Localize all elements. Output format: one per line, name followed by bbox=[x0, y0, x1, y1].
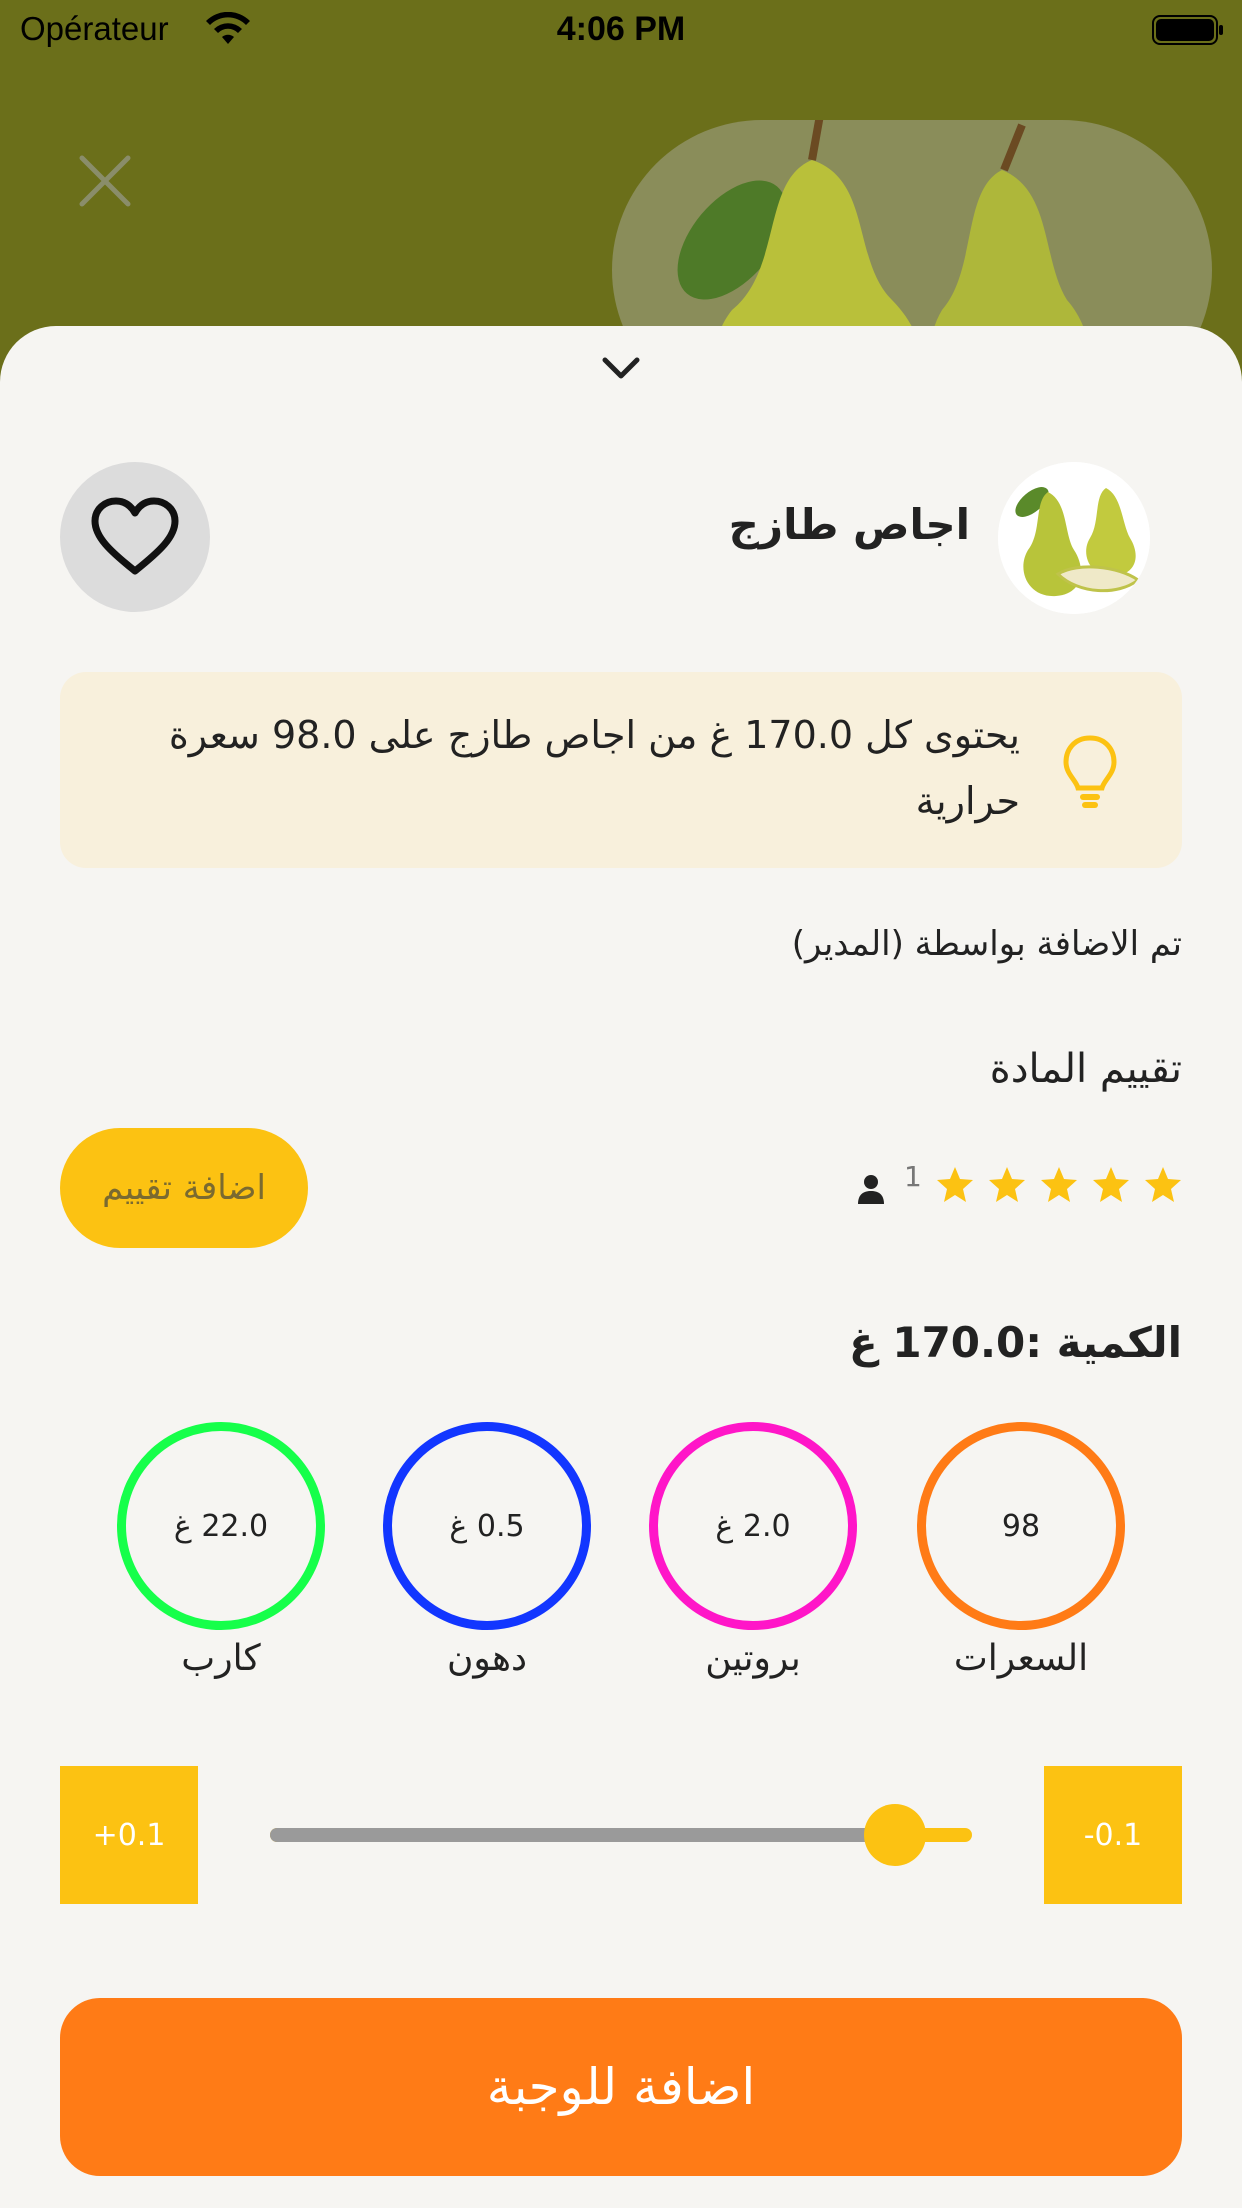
heart-icon bbox=[91, 497, 179, 575]
rating-title: تقييم المادة bbox=[989, 1046, 1182, 1092]
person-icon bbox=[858, 1175, 884, 1204]
increase-button[interactable]: +0.1 bbox=[60, 1766, 198, 1904]
calories-ring: 98 bbox=[917, 1422, 1125, 1630]
calorie-info-box: يحتوى كل 170.0 غ من اجاص طازج على 98.0 س… bbox=[60, 672, 1182, 868]
product-thumbnail bbox=[998, 462, 1150, 614]
star-icon[interactable] bbox=[1092, 1166, 1130, 1204]
bulb-icon bbox=[1063, 735, 1117, 808]
add-rating-button[interactable]: اضافة تقييم bbox=[60, 1128, 308, 1248]
battery-icon bbox=[1152, 15, 1223, 45]
decrease-button[interactable]: -0.1 bbox=[1044, 1766, 1182, 1904]
favorite-button[interactable] bbox=[60, 462, 210, 612]
protein-ring: 2.0 غ bbox=[649, 1422, 857, 1630]
rating-count: 1 bbox=[904, 1160, 922, 1193]
added-by-label: تم الاضافة بواسطة (المدير) bbox=[791, 924, 1182, 964]
carbs-ring: 22.0 غ bbox=[117, 1422, 325, 1630]
add-to-meal-button[interactable]: اضافة للوجبة bbox=[60, 1998, 1182, 2176]
fat-ring: 0.5 غ bbox=[383, 1422, 591, 1630]
star-icon[interactable] bbox=[936, 1166, 974, 1204]
star-icon[interactable] bbox=[988, 1166, 1026, 1204]
nutrient-fat: 0.5 غ دهون bbox=[382, 1422, 592, 1679]
close-icon[interactable] bbox=[78, 154, 132, 208]
quantity-slider[interactable] bbox=[270, 1804, 972, 1866]
product-sheet: اجاص طازج يحتوى كل 170.0 غ من اجاص طازج … bbox=[0, 326, 1242, 2208]
fat-label: دهون bbox=[446, 1638, 528, 1679]
nutrient-protein: 2.0 غ بروتين bbox=[648, 1422, 858, 1679]
carbs-label: كارب bbox=[181, 1638, 261, 1679]
info-text: يحتوى كل 170.0 غ من اجاص طازج على 98.0 س… bbox=[168, 713, 1020, 823]
chevron-down-icon[interactable] bbox=[601, 354, 641, 382]
nutrient-carbs: 22.0 غ كارب bbox=[116, 1422, 326, 1679]
protein-label: بروتين bbox=[705, 1638, 801, 1679]
star-rating[interactable] bbox=[936, 1166, 1182, 1204]
slider-thumb[interactable] bbox=[863, 1804, 926, 1866]
status-bar: Opérateur 4:06 PM bbox=[0, 0, 1242, 60]
nutrient-calories: 98 السعرات bbox=[916, 1422, 1126, 1679]
clock: 4:06 PM bbox=[556, 10, 686, 48]
slider-fill bbox=[270, 1828, 895, 1842]
star-icon[interactable] bbox=[1144, 1166, 1182, 1204]
star-icon[interactable] bbox=[1040, 1166, 1078, 1204]
product-name: اجاص طازج bbox=[728, 500, 970, 549]
calories-label: السعرات bbox=[953, 1638, 1089, 1679]
quantity-label: الكمية :170.0 غ bbox=[849, 1318, 1182, 1367]
